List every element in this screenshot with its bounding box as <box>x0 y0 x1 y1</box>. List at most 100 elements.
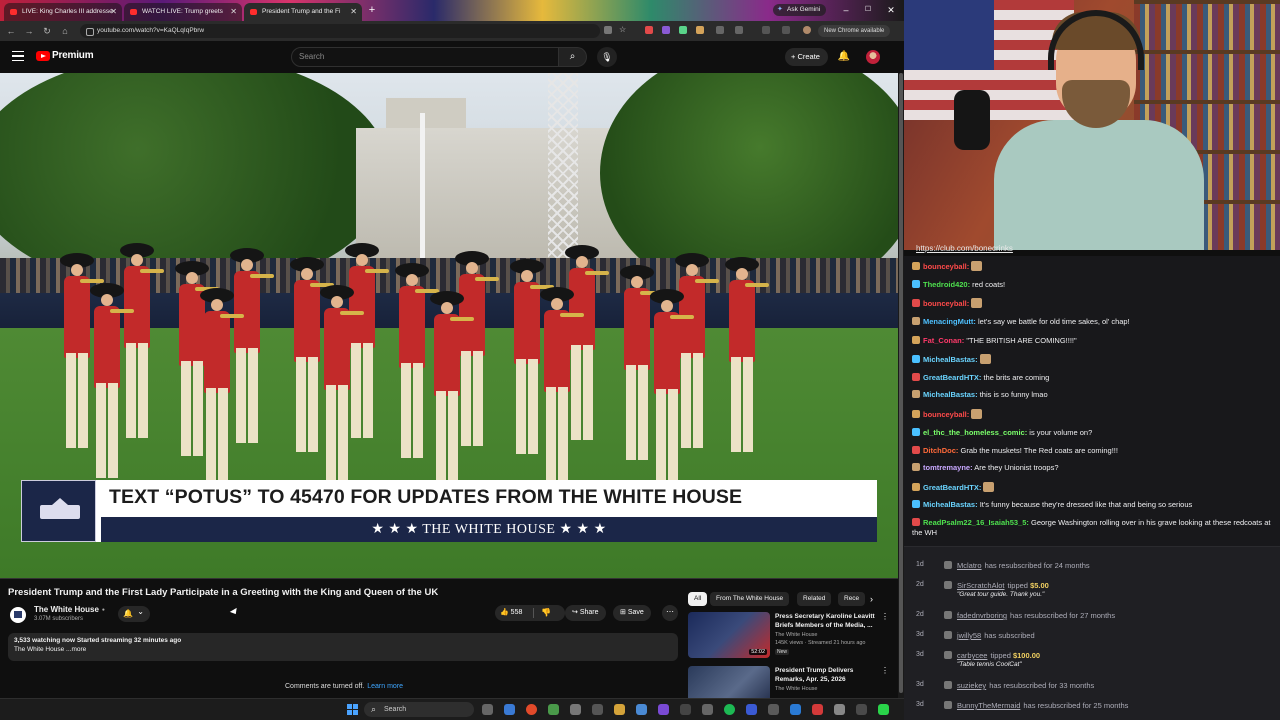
new-tab-button[interactable]: + <box>365 3 379 17</box>
file-explorer-icon[interactable] <box>614 704 625 715</box>
create-button[interactable]: + Create <box>785 48 828 66</box>
back-icon[interactable]: ← <box>4 24 18 38</box>
close-tab-icon[interactable]: ✕ <box>350 3 357 21</box>
ask-gemini-button[interactable]: Ask Gemini <box>773 4 827 16</box>
tab-watch-live[interactable]: WATCH LIVE: Trump greets ✕ <box>124 3 242 21</box>
chat-username[interactable]: MichealBastas: <box>923 355 978 364</box>
video-thumbnail[interactable] <box>688 666 770 698</box>
chip-related[interactable]: Related <box>797 592 832 606</box>
url-input[interactable]: youtube.com/watch?v=KaQLqIqPbrw <box>80 24 600 38</box>
event-username[interactable]: suziekey <box>957 681 986 690</box>
chat-username[interactable]: Thedroid420: <box>923 280 970 289</box>
description-box[interactable]: 3,533 watching now Started streaming 32 … <box>8 633 678 661</box>
chat-username[interactable]: tomtremayne: <box>923 463 973 472</box>
download-icon[interactable] <box>782 26 790 34</box>
app-icon[interactable] <box>878 704 889 715</box>
profile-avatar-icon[interactable] <box>803 26 811 34</box>
app-icon[interactable] <box>768 704 779 715</box>
app-icon[interactable] <box>592 704 603 715</box>
app-icon[interactable] <box>658 704 669 715</box>
task-view-icon[interactable] <box>482 704 493 715</box>
app-icon[interactable] <box>636 704 647 715</box>
save-button[interactable]: ⊞ Save <box>613 605 651 621</box>
tab-king-charles[interactable]: LIVE: King Charles III addresse ✕ <box>4 3 122 21</box>
tab-president-trump[interactable]: President Trump and the Fi ✕ <box>244 3 362 21</box>
app-icon[interactable] <box>570 704 581 715</box>
event-username[interactable]: Mclatro <box>957 561 982 570</box>
dislike-button[interactable]: 👎 <box>541 605 551 621</box>
like-button[interactable]: 👍 558 <box>500 605 522 621</box>
scrollbar-thumb[interactable] <box>899 73 903 693</box>
taskbar-search-input[interactable]: Search <box>364 702 474 717</box>
learn-more-link[interactable]: Learn more <box>367 683 403 690</box>
event-username[interactable]: SirScratchAlot <box>957 581 1005 590</box>
app-icon[interactable] <box>790 704 801 715</box>
chip-all[interactable]: All <box>688 592 708 606</box>
channel-avatar[interactable] <box>10 607 26 623</box>
chat-username[interactable]: bounceyball: <box>923 410 969 419</box>
more-options-icon[interactable]: ⋮ <box>881 666 889 675</box>
close-window-button[interactable]: ✕ <box>882 2 900 18</box>
chat-pinned-link[interactable]: https://club.com/bonecrinks <box>916 244 1013 253</box>
more-options-icon[interactable]: ⋮ <box>881 612 889 621</box>
chat-username[interactable]: bounceyball: <box>923 299 969 308</box>
obs-icon[interactable] <box>702 704 713 715</box>
home-icon[interactable]: ⌂ <box>58 24 72 38</box>
notifications-bell-icon[interactable]: 🔔 <box>836 49 852 65</box>
event-username[interactable]: carbycee <box>957 651 987 660</box>
app-icon[interactable] <box>746 704 757 715</box>
more-actions-button[interactable]: ⋯ <box>662 605 678 621</box>
chrome-icon[interactable] <box>526 704 537 715</box>
channel-name[interactable]: The White House <box>34 605 105 614</box>
reload-icon[interactable]: ↻ <box>40 24 54 38</box>
chat-username[interactable]: GreatBeardHTX: <box>923 373 981 382</box>
menu-icon[interactable] <box>12 51 24 61</box>
chat-username[interactable]: DitchDoc: <box>923 446 958 455</box>
extension-icon[interactable] <box>716 26 724 34</box>
extension-icon[interactable] <box>645 26 653 34</box>
app-icon[interactable] <box>680 704 691 715</box>
maximize-button[interactable]: ☐ <box>859 2 877 18</box>
minimize-button[interactable]: – <box>837 2 855 18</box>
chat-username[interactable]: Fat_Conan: <box>923 336 964 345</box>
extensions-puzzle-icon[interactable] <box>735 26 743 34</box>
app-icon[interactable] <box>812 704 823 715</box>
youtube-premium-logo[interactable]: Premium <box>52 50 94 61</box>
extension-icon[interactable] <box>696 26 704 34</box>
close-tab-icon[interactable]: ✕ <box>110 3 117 21</box>
chat-username[interactable]: MenacingMutt: <box>923 317 976 326</box>
extension-icon[interactable] <box>662 26 670 34</box>
recommended-video[interactable]: President Trump Delivers Remarks, Apr. 2… <box>688 666 889 698</box>
chat-username[interactable]: el_thc_the_homeless_comic: <box>923 428 1027 437</box>
chat-username[interactable]: MichealBastas: <box>923 500 978 509</box>
extension-icon[interactable] <box>679 26 687 34</box>
event-username[interactable]: fadednvrboring <box>957 611 1007 620</box>
chip-recent[interactable]: Rece <box>838 592 866 606</box>
edge-icon[interactable] <box>504 704 515 715</box>
app-icon[interactable] <box>856 704 867 715</box>
search-input[interactable]: Search <box>291 47 559 67</box>
chip-from-white-house[interactable]: From The White House <box>710 592 790 606</box>
account-avatar[interactable] <box>866 50 880 64</box>
app-icon[interactable] <box>834 704 845 715</box>
share-button[interactable]: ↪ Share <box>565 605 606 621</box>
close-tab-icon[interactable]: ✕ <box>230 3 237 21</box>
chat-username[interactable]: MichealBastas: <box>923 390 978 399</box>
chat-username[interactable]: ReadPsalm22_16_Isaiah53_5: <box>923 518 1029 527</box>
chat-username[interactable]: GreatBeardHTX: <box>923 483 981 492</box>
chevron-right-icon[interactable]: › <box>870 594 873 604</box>
app-icon[interactable] <box>548 704 559 715</box>
video-player[interactable]: TEXT “POTUS” TO 45470 FOR UPDATES FROM T… <box>0 73 898 579</box>
spotify-icon[interactable] <box>724 704 735 715</box>
bookmark-star-icon[interactable]: ☆ <box>619 26 627 34</box>
search-icon[interactable]: ⌕ <box>559 47 587 67</box>
cast-icon[interactable] <box>604 26 612 34</box>
microphone-icon[interactable]: 🎙 <box>597 47 617 67</box>
subscription-bell-button[interactable]: 🔔 <box>118 604 150 622</box>
sidepanel-icon[interactable] <box>762 26 770 34</box>
chat-username[interactable]: bounceyball: <box>923 262 969 271</box>
event-username[interactable]: jwilly58 <box>957 631 981 640</box>
recommended-video[interactable]: 52:02 Press Secretary Karoline Leavitt B… <box>688 612 889 660</box>
event-username[interactable]: BunnyTheMermaid <box>957 701 1020 710</box>
video-thumbnail[interactable]: 52:02 <box>688 612 770 658</box>
